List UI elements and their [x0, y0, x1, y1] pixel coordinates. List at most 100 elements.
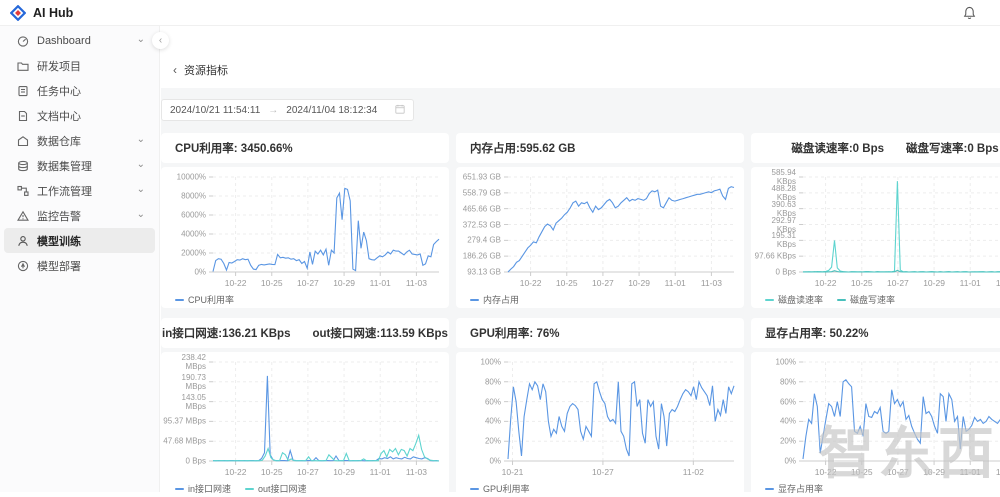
app-logo: AI Hub	[10, 5, 73, 21]
sidebar-item-label: 任务中心	[37, 83, 145, 99]
date-range-picker[interactable]: 2024/10/21 11:54:11 → 2024/11/04 18:12:3…	[161, 99, 414, 121]
back-chevron-icon[interactable]: ‹	[173, 63, 177, 77]
card-vram: 显存占用率: 50.22% 0%20%40%60%80%100%10-2210-…	[751, 318, 1000, 497]
chart-legend: 磁盘读速率 磁盘写速率	[765, 293, 895, 306]
sidebar-item-label: 数据仓库	[37, 133, 129, 149]
date-end[interactable]: 2024/11/04 18:12:34	[286, 105, 377, 116]
card-memory: 内存占用:595.62 GB 93.13 GB186.26 GB279.4 GB…	[456, 133, 744, 308]
legend-item[interactable]: 磁盘读速率	[765, 293, 823, 306]
metric-value: 磁盘写速率:0 Bps	[906, 140, 999, 156]
legend-label: 磁盘读速率	[778, 293, 823, 306]
chart-plot	[751, 167, 1000, 308]
notification-bell-icon[interactable]	[963, 6, 976, 20]
sidebar-item-label: 数据集管理	[37, 158, 129, 174]
legend-item[interactable]: CPU利用率	[175, 293, 234, 306]
legend-dash-icon	[765, 488, 774, 490]
sidebar-item-0[interactable]: Dashboard ⌄	[4, 28, 155, 53]
sidebar-item-7[interactable]: 监控告警 ⌄	[4, 203, 155, 228]
card-title: GPU利用率: 76%	[456, 318, 744, 348]
breadcrumb: ‹ 资源指标	[173, 62, 228, 78]
vram-chart: 0%20%40%60%80%100%10-2210-2510-2710-2911…	[751, 352, 1000, 497]
sidebar-item-3[interactable]: 文档中心	[4, 103, 155, 128]
series-line	[213, 376, 439, 461]
metric-value: out接口网速:113.59 KBps	[312, 325, 447, 341]
legend-item[interactable]: out接口网速	[245, 482, 307, 495]
sidebar-item-label: 研发项目	[37, 58, 145, 74]
legend-item[interactable]: 磁盘写速率	[837, 293, 895, 306]
top-header: AI Hub	[0, 0, 1000, 26]
chevron-down-icon[interactable]: ⌄	[137, 210, 145, 220]
network-chart: 0 Bps47.68 MBps95.37 MBps143.05 MBps190.…	[161, 352, 449, 497]
chevron-down-icon[interactable]: ⌄	[137, 135, 145, 145]
metric-value: 磁盘读速率:0 Bps	[791, 140, 884, 156]
chart-plot	[456, 352, 744, 497]
card-disk: 磁盘读速率:0 Bps 磁盘写速率:0 Bps 0 Bps97.66 KBps1…	[751, 133, 1000, 308]
card-title: 磁盘读速率:0 Bps 磁盘写速率:0 Bps	[751, 133, 1000, 163]
sidebar-item-8[interactable]: 模型训练	[4, 228, 155, 253]
sidebar-item-label: 文档中心	[37, 108, 145, 124]
legend-label: GPU利用率	[483, 482, 530, 495]
sidebar-item-label: 监控告警	[37, 208, 129, 224]
sidebar: Dashboard⌄研发项目任务中心文档中心数据仓库⌄数据集管理⌄工作流管理⌄监…	[0, 26, 160, 492]
legend-dash-icon	[245, 488, 254, 490]
dashboard-icon	[17, 35, 29, 47]
training-icon	[17, 235, 29, 247]
legend-item[interactable]: in接口网速	[175, 482, 231, 495]
metric-value: CPU利用率: 3450.66%	[175, 140, 293, 156]
card-gpu: GPU利用率: 76% 0%20%40%60%80%100%10-2110-27…	[456, 318, 744, 497]
legend-label: 内存占用	[483, 293, 519, 306]
sidebar-item-4[interactable]: 数据仓库 ⌄	[4, 128, 155, 153]
legend-label: CPU利用率	[188, 293, 234, 306]
sidebar-item-2[interactable]: 任务中心	[4, 78, 155, 103]
gpu-chart: 0%20%40%60%80%100%10-2110-2711-02GPU利用率	[456, 352, 744, 497]
dataset-icon	[17, 160, 29, 172]
legend-label: 显存占用率	[778, 482, 823, 495]
sidebar-item-label: 模型训练	[37, 233, 145, 249]
series-line	[508, 187, 734, 272]
alert-icon	[17, 210, 29, 222]
legend-label: in接口网速	[188, 482, 231, 495]
chart-legend: GPU利用率	[470, 482, 530, 495]
legend-label: out接口网速	[258, 482, 307, 495]
task-icon	[17, 85, 29, 97]
legend-item[interactable]: 显存占用率	[765, 482, 823, 495]
sidebar-item-label: 工作流管理	[37, 183, 129, 199]
chart-plot	[161, 352, 449, 497]
chevron-down-icon[interactable]: ⌄	[137, 185, 145, 195]
chevron-down-icon[interactable]: ⌄	[137, 35, 145, 45]
disk-chart: 0 Bps97.66 KBps195.31 KBps292.97 KBps390…	[751, 167, 1000, 308]
warehouse-icon	[17, 135, 29, 147]
chevron-down-icon[interactable]: ⌄	[137, 160, 145, 170]
card-network: in接口网速:136.21 KBps out接口网速:113.59 KBps 0…	[161, 318, 449, 497]
page-title: 资源指标	[184, 62, 228, 78]
legend-dash-icon	[470, 488, 479, 490]
calendar-icon[interactable]	[395, 104, 405, 117]
sidebar-item-label: Dashboard	[37, 35, 129, 47]
sidebar-collapse-button[interactable]: ‹	[152, 32, 169, 49]
date-start[interactable]: 2024/10/21 11:54:11	[170, 105, 260, 116]
sidebar-item-5[interactable]: 数据集管理 ⌄	[4, 153, 155, 178]
chart-plot	[161, 167, 449, 308]
card-title: in接口网速:136.21 KBps out接口网速:113.59 KBps	[161, 318, 449, 348]
folder-icon	[17, 60, 29, 72]
date-arrow: →	[268, 105, 278, 116]
app-title: AI Hub	[33, 6, 73, 20]
card-title: 显存占用率: 50.22%	[751, 318, 1000, 348]
legend-dash-icon	[837, 299, 846, 301]
legend-item[interactable]: 内存占用	[470, 293, 519, 306]
legend-dash-icon	[175, 299, 184, 301]
sidebar-item-1[interactable]: 研发项目	[4, 53, 155, 78]
sidebar-item-6[interactable]: 工作流管理 ⌄	[4, 178, 155, 203]
chart-legend: CPU利用率	[175, 293, 234, 306]
legend-dash-icon	[470, 299, 479, 301]
card-title: 内存占用:595.62 GB	[456, 133, 744, 163]
chart-legend: 内存占用	[470, 293, 519, 306]
legend-item[interactable]: GPU利用率	[470, 482, 530, 495]
workflow-icon	[17, 185, 29, 197]
series-line	[213, 188, 439, 271]
legend-dash-icon	[175, 488, 184, 490]
legend-label: 磁盘写速率	[850, 293, 895, 306]
chart-legend: in接口网速 out接口网速	[175, 482, 307, 495]
memory-chart: 93.13 GB186.26 GB279.4 GB372.53 GB465.66…	[456, 167, 744, 308]
sidebar-item-9[interactable]: 模型部署	[4, 253, 155, 278]
